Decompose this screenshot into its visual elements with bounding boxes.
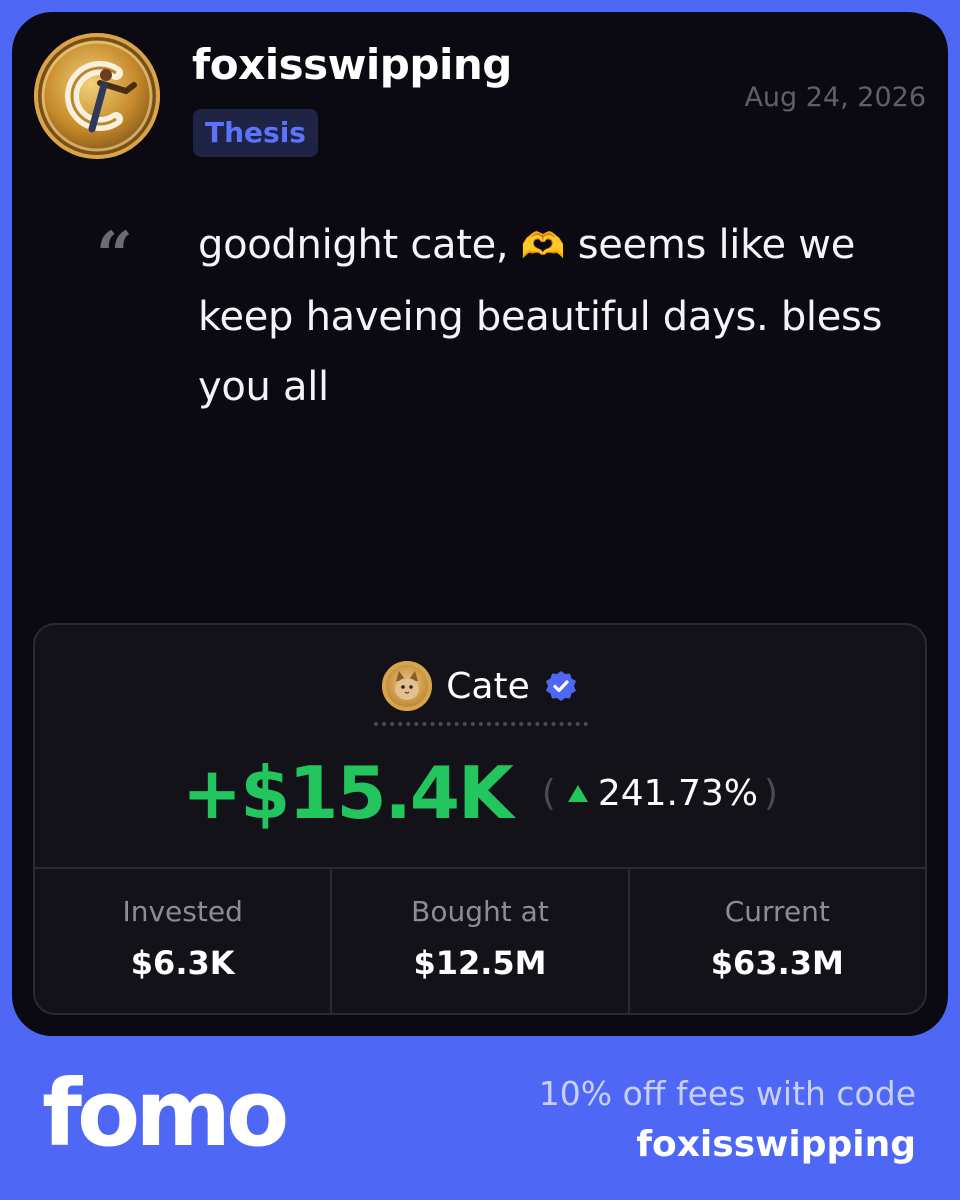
token-name: Cate — [446, 665, 530, 707]
promo-code: foxisswipping — [636, 1124, 916, 1165]
post-text-line1-end: seems like — [565, 222, 786, 268]
username[interactable]: foxisswipping — [192, 40, 512, 89]
token-underline-divider — [374, 722, 588, 726]
pnl-value: +$15.4K — [181, 751, 514, 835]
stat-current: Current $63.3M — [630, 869, 925, 1013]
stat-bought-at: Bought at $12.5M — [332, 869, 630, 1013]
token-header[interactable]: Cate — [35, 661, 925, 711]
pnl-percent-group: ( 241.73% ) — [542, 773, 778, 814]
pnl-row: +$15.4K ( 241.73% ) — [35, 751, 925, 835]
post-card: foxisswipping Thesis Aug 24, 2026 “ good… — [12, 12, 948, 1036]
avatar-artwork-icon — [41, 40, 153, 152]
post-date: Aug 24, 2026 — [744, 82, 926, 113]
thesis-tag-badge: Thesis — [193, 109, 318, 157]
stat-label: Current — [724, 895, 830, 928]
paren-close: ) — [764, 772, 779, 814]
stat-label: Invested — [122, 895, 243, 928]
post-text: goodnight cate, 🫶 seems like we keep hav… — [198, 210, 918, 422]
stat-invested: Invested $6.3K — [35, 869, 333, 1013]
up-arrow-icon — [567, 784, 588, 802]
stat-label: Bought at — [411, 895, 549, 928]
trade-summary-card: Cate +$15.4K ( 241.73% ) Invested $6.3K … — [33, 623, 927, 1015]
paren-open: ( — [541, 772, 556, 814]
token-avatar — [382, 661, 433, 711]
trade-stats: Invested $6.3K Bought at $12.5M Current … — [35, 867, 925, 1013]
heart-hands-icon: 🫶 — [520, 226, 566, 267]
stat-value: $12.5M — [413, 944, 547, 982]
cat-icon — [395, 671, 420, 700]
post-text-line1-start: goodnight cate, — [198, 222, 521, 268]
quote-icon: “ — [96, 218, 133, 293]
pnl-percent: 241.73% — [597, 772, 759, 814]
fomo-logo: fomo — [42, 1060, 289, 1167]
user-avatar[interactable] — [34, 33, 160, 159]
share-image: foxisswipping Thesis Aug 24, 2026 “ good… — [0, 0, 960, 1200]
verified-badge-icon — [545, 671, 576, 701]
stat-value: $6.3K — [130, 944, 235, 982]
promo-text: 10% off fees with code — [538, 1074, 916, 1113]
stat-value: $63.3M — [710, 944, 844, 982]
